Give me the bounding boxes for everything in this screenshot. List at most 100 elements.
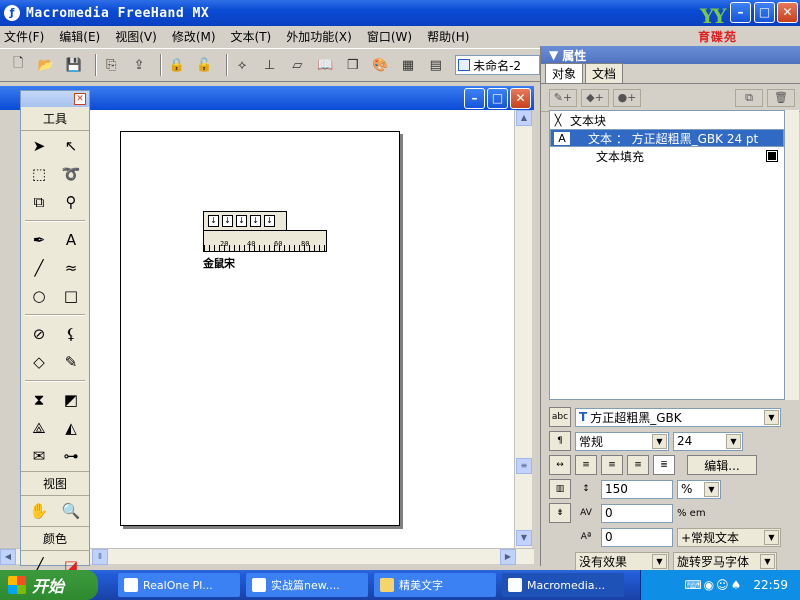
menu-window[interactable]: 窗口(W) bbox=[367, 28, 412, 45]
document-selector[interactable]: 未命名-2 bbox=[455, 55, 540, 75]
table-icon[interactable]: ▦ bbox=[398, 54, 419, 76]
envelope-tool-icon[interactable]: ◭ bbox=[57, 415, 85, 441]
scroll-down-icon[interactable]: ▼ bbox=[516, 530, 532, 546]
add-effect-icon[interactable]: ●+ bbox=[613, 88, 641, 107]
tab-document[interactable]: 文档 bbox=[585, 63, 624, 83]
effect-dropdown[interactable]: 没有效果 ▼ bbox=[575, 551, 669, 571]
duplicate-icon[interactable]: ⧉ bbox=[735, 88, 763, 107]
paragraph-button[interactable]: ¶ bbox=[549, 431, 571, 451]
spacing-button[interactable]: ↔ bbox=[549, 455, 571, 475]
decimal-tab-icon[interactable]: ↓ bbox=[250, 215, 261, 227]
align-center-icon[interactable]: ≡ bbox=[601, 455, 623, 475]
scroll-left-icon[interactable]: ◀ bbox=[0, 549, 16, 565]
swatches-icon[interactable]: ▤ bbox=[425, 54, 446, 76]
tree-item-text-fill[interactable]: 文本填充 bbox=[550, 147, 784, 165]
doc-close-button[interactable]: ✕ bbox=[510, 88, 531, 109]
baseline-input[interactable]: 0 bbox=[601, 527, 673, 547]
doc-maximize-button[interactable]: □ bbox=[487, 88, 508, 109]
chevron-down-icon[interactable]: ▼ bbox=[764, 409, 779, 425]
styles-icon[interactable]: ❒ bbox=[342, 54, 363, 76]
tray-icons[interactable]: ⌨◉☺♠ bbox=[684, 578, 743, 592]
chevron-down-icon[interactable]: ▼ bbox=[652, 553, 667, 569]
columns-button[interactable]: ▥ bbox=[549, 479, 571, 499]
align-justify-icon[interactable]: ≣ bbox=[653, 455, 675, 475]
brush-tool-icon[interactable]: ⚸ bbox=[57, 321, 85, 347]
eyedropper-tool-icon[interactable]: ⚲ bbox=[57, 189, 85, 215]
task-macromedia[interactable]: Macromedia... bbox=[502, 573, 624, 597]
export-icon[interactable]: ⇪ bbox=[129, 54, 150, 76]
add-fill-icon[interactable]: ◆+ bbox=[581, 88, 609, 107]
text-ruler[interactable]: ↓ ↓ ↓ ↓ ↓ 20 40 60 80 bbox=[203, 211, 327, 255]
tree-item-text[interactable]: A 文本 ： 方正超粗黑_GBK 24 pt bbox=[550, 129, 784, 147]
leading-input[interactable]: 150 bbox=[601, 479, 673, 499]
import-icon[interactable]: ⎘ bbox=[101, 54, 122, 76]
transform-icon[interactable]: ⟡ bbox=[232, 54, 253, 76]
color-mixer-icon[interactable]: 🎨 bbox=[370, 54, 391, 76]
character-button[interactable]: abc bbox=[549, 407, 571, 427]
add-stroke-icon[interactable]: ✎+ bbox=[549, 88, 577, 107]
chevron-down-icon[interactable]: ▼ bbox=[764, 529, 779, 545]
pointer-tool-icon[interactable]: ➤ bbox=[25, 133, 53, 159]
delete-icon[interactable]: 🗑 bbox=[767, 88, 795, 107]
menu-modify[interactable]: 修改(M) bbox=[172, 28, 216, 45]
tab-object[interactable]: 对象 bbox=[545, 63, 584, 83]
pencil-tool-icon[interactable]: ✎ bbox=[57, 349, 85, 375]
tracking-input[interactable]: 0 bbox=[601, 503, 673, 523]
blend-tool-icon[interactable]: ⧗ bbox=[25, 387, 53, 413]
wrap-tab-icon[interactable]: ↓ bbox=[264, 215, 275, 227]
vertical-scrollbar[interactable]: ▲ ≡ ▼ bbox=[514, 110, 532, 548]
left-tab-icon[interactable]: ↓ bbox=[208, 215, 219, 227]
center-tab-icon[interactable]: ↓ bbox=[236, 215, 247, 227]
pen-tool-icon[interactable]: ✒ bbox=[25, 227, 53, 253]
text-style-dropdown[interactable]: +常规文本 ▼ bbox=[677, 527, 781, 547]
chevron-down-icon[interactable]: ▼ bbox=[726, 433, 741, 449]
right-tab-icon[interactable]: ↓ bbox=[222, 215, 233, 227]
chevron-down-icon[interactable]: ▼ bbox=[704, 481, 719, 497]
unlock-icon[interactable]: 🔓 bbox=[194, 54, 215, 76]
menu-view[interactable]: 视图(V) bbox=[115, 28, 157, 45]
lock-icon[interactable]: 🔒 bbox=[166, 54, 187, 76]
scale-tool-icon[interactable]: ⧉ bbox=[25, 189, 53, 215]
text-block[interactable]: 金鼠宋 bbox=[203, 255, 235, 271]
document-page[interactable] bbox=[120, 131, 400, 526]
task-word-doc[interactable]: 实战篇new.... bbox=[246, 573, 368, 597]
chevron-down-icon[interactable]: ▼ bbox=[760, 553, 775, 569]
line-tool-icon[interactable]: ╱ bbox=[25, 255, 53, 281]
freeform-tool-icon[interactable]: ≈ bbox=[57, 255, 85, 281]
subselect-tool-icon[interactable]: ↖ bbox=[57, 133, 85, 159]
lasso-tool-icon[interactable]: ➰ bbox=[57, 161, 85, 187]
knife-tool-icon[interactable]: ⊘ bbox=[25, 321, 53, 347]
ellipse-tool-icon[interactable]: ○ bbox=[25, 283, 53, 309]
freehand-app-icon[interactable]: ƒ bbox=[4, 5, 20, 21]
align-left-icon[interactable]: ≡ bbox=[575, 455, 597, 475]
extrude-tool-icon[interactable]: ◩ bbox=[57, 387, 85, 413]
scroll-up-icon[interactable]: ▲ bbox=[516, 110, 532, 126]
doc-minimize-button[interactable]: – bbox=[464, 88, 485, 109]
menu-text[interactable]: 文本(T) bbox=[231, 28, 272, 45]
new-file-icon[interactable]: 🗋 bbox=[8, 54, 29, 76]
open-folder-icon[interactable]: 📂 bbox=[36, 54, 57, 76]
edit-button[interactable]: 编辑... bbox=[687, 455, 757, 475]
chevron-down-icon[interactable]: ▼ bbox=[652, 433, 667, 449]
scroll-thumb[interactable]: ⦀ bbox=[92, 549, 108, 565]
tree-scrollbar[interactable] bbox=[785, 110, 799, 400]
rectangle-tool-icon[interactable]: □ bbox=[57, 283, 85, 309]
fill-swatch[interactable] bbox=[766, 150, 778, 162]
font-style-dropdown[interactable]: 常规 ▼ bbox=[575, 431, 669, 451]
close-button[interactable]: ✕ bbox=[777, 2, 798, 23]
hand-tool-icon[interactable]: ✉ bbox=[25, 443, 53, 469]
menu-edit[interactable]: 编辑(E) bbox=[59, 28, 100, 45]
library-icon[interactable]: 📖 bbox=[315, 54, 336, 76]
tab-stops[interactable]: ↓ ↓ ↓ ↓ ↓ bbox=[203, 211, 287, 231]
scroll-right-icon[interactable]: ▶ bbox=[500, 549, 516, 565]
rotate-dropdown[interactable]: 旋转罗马字体 ▼ bbox=[673, 551, 777, 571]
align-icon[interactable]: ⊥ bbox=[259, 54, 280, 76]
menu-help[interactable]: 帮助(H) bbox=[427, 28, 469, 45]
perspective-tool-icon[interactable]: ⟁ bbox=[25, 415, 53, 441]
layers-icon[interactable]: ▱ bbox=[287, 54, 308, 76]
task-realone[interactable]: RealOne Pl... bbox=[118, 573, 240, 597]
ruler[interactable]: 20 40 60 80 bbox=[203, 230, 327, 252]
properties-title[interactable]: ▼ 属性 bbox=[541, 46, 800, 64]
tree-item-text-block[interactable]: ╳ 文本块 bbox=[550, 111, 784, 129]
font-dropdown[interactable]: T 方正超粗黑_GBK ▼ bbox=[575, 407, 781, 427]
